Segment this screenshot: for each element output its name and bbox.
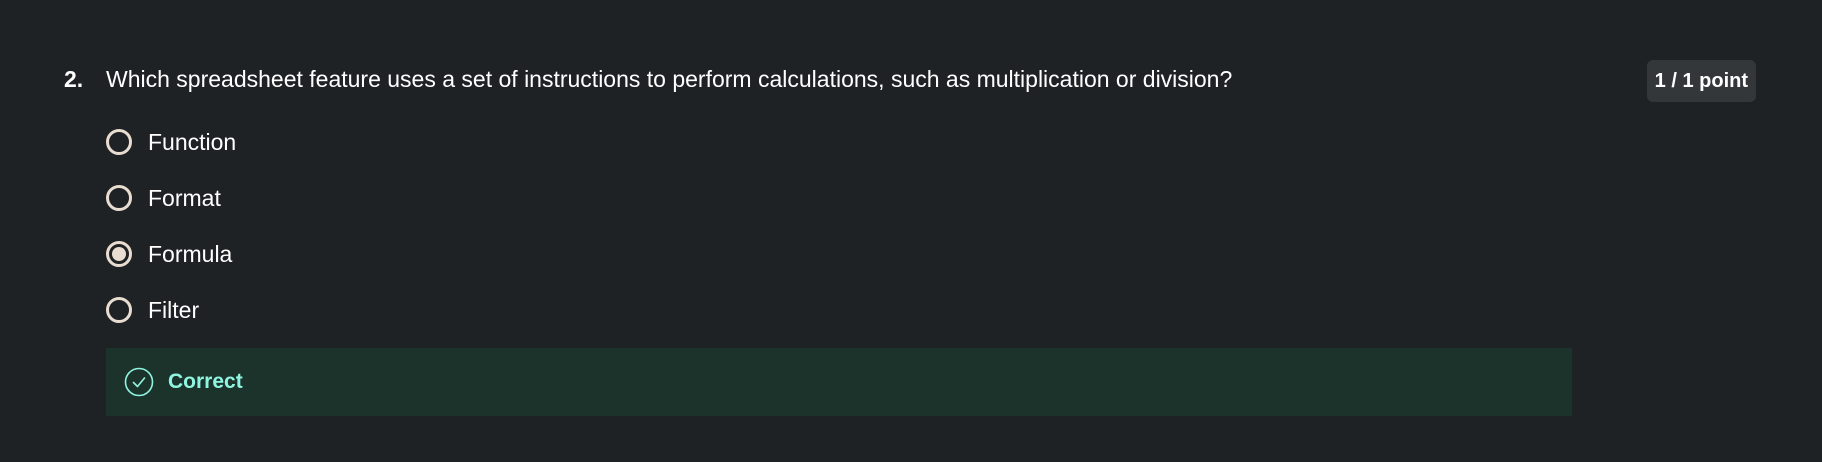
option-label: Format (148, 184, 221, 211)
option-filter[interactable]: Filter (106, 282, 1764, 338)
radio-button-selected[interactable] (106, 241, 132, 267)
option-label: Filter (148, 296, 200, 323)
question-number: 2. (64, 66, 84, 92)
option-label: Formula (148, 240, 233, 267)
option-format[interactable]: Format (106, 170, 1764, 226)
option-formula[interactable]: Formula (106, 226, 1764, 282)
question-text: Which spreadsheet feature uses a set of … (106, 66, 1233, 92)
radio-button[interactable] (106, 185, 132, 211)
check-circle-icon (124, 367, 154, 397)
option-function[interactable]: Function (106, 114, 1764, 170)
option-label: Function (148, 128, 237, 155)
question-block: 2. Which spreadsheet feature uses a set … (64, 60, 1764, 416)
radio-button[interactable] (106, 129, 132, 155)
radio-button[interactable] (106, 297, 132, 323)
points-badge: 1 / 1 point (1646, 60, 1756, 102)
question-header: 2. Which spreadsheet feature uses a set … (64, 62, 1764, 96)
feedback-label: Correct (168, 370, 243, 393)
feedback-banner: Correct (106, 348, 1572, 416)
answer-options: Function Format Formula Filter (106, 114, 1764, 338)
